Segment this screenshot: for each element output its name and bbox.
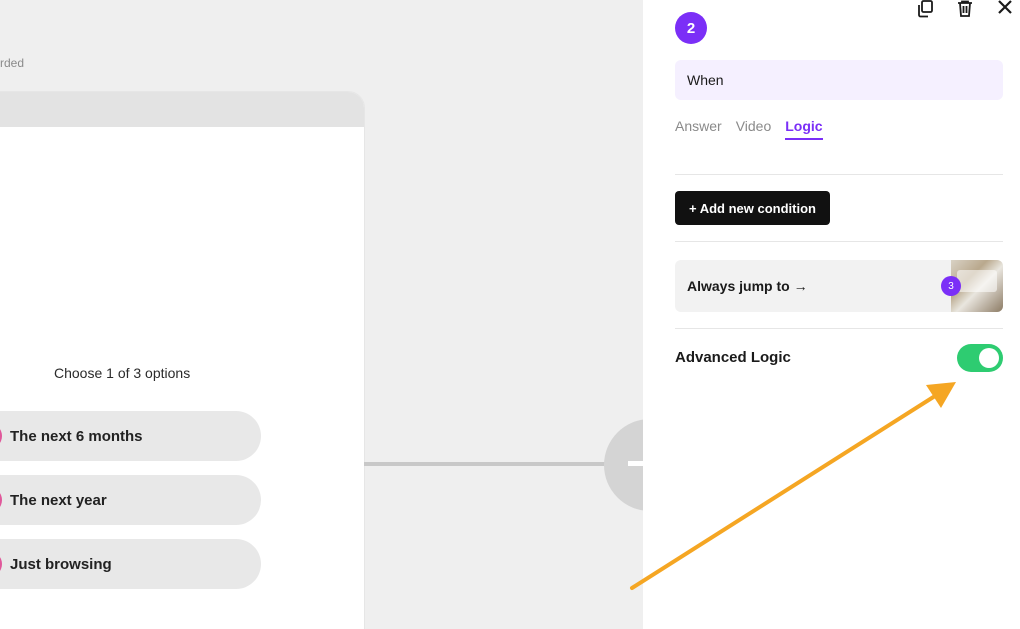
option-badge: A bbox=[0, 423, 2, 449]
advanced-logic-toggle[interactable] bbox=[957, 344, 1003, 372]
card-header bbox=[0, 92, 364, 127]
panel-toolbar bbox=[914, 0, 1020, 18]
question-card[interactable]: Choose 1 of 3 options A The next 6 month… bbox=[0, 92, 364, 629]
tab-video[interactable]: Video bbox=[736, 118, 772, 140]
toggle-knob bbox=[979, 348, 999, 368]
flow-canvas: rded Choose 1 of 3 options A The next 6 … bbox=[0, 0, 696, 629]
logic-panel: 2 When Answer Video Logic + Add new cond… bbox=[643, 0, 1020, 629]
option-a[interactable]: A The next 6 months bbox=[0, 411, 261, 461]
option-badge: C bbox=[0, 551, 2, 577]
option-label: The next 6 months bbox=[10, 427, 143, 445]
always-jump-to-row[interactable]: Always jump to → 3 bbox=[675, 260, 1003, 312]
jump-label: Always jump to → bbox=[687, 278, 808, 294]
panel-tabs: Answer Video Logic bbox=[675, 118, 823, 140]
divider bbox=[675, 241, 1003, 242]
option-badge: B bbox=[0, 487, 2, 513]
close-icon[interactable] bbox=[994, 0, 1016, 18]
option-c[interactable]: C Just browsing bbox=[0, 539, 261, 589]
add-condition-button[interactable]: + Add new condition bbox=[675, 191, 830, 225]
condition-when-text: When bbox=[687, 72, 724, 88]
divider bbox=[675, 328, 1003, 329]
option-label: The next year bbox=[10, 491, 107, 509]
option-b[interactable]: B The next year bbox=[0, 475, 261, 525]
divider bbox=[675, 174, 1003, 175]
condition-when-field[interactable]: When bbox=[675, 60, 1003, 100]
copy-icon[interactable] bbox=[914, 0, 936, 18]
step-badge: 2 bbox=[675, 12, 707, 44]
canvas-faded-label: rded bbox=[0, 56, 25, 70]
tab-logic[interactable]: Logic bbox=[785, 118, 823, 140]
option-label: Just browsing bbox=[10, 555, 112, 573]
tab-answer[interactable]: Answer bbox=[675, 118, 722, 140]
choose-options-text: Choose 1 of 3 options bbox=[54, 365, 191, 381]
flow-connector bbox=[364, 462, 614, 466]
jump-target-badge: 3 bbox=[941, 276, 961, 296]
advanced-logic-label: Advanced Logic bbox=[675, 349, 791, 366]
trash-icon[interactable] bbox=[954, 0, 976, 18]
